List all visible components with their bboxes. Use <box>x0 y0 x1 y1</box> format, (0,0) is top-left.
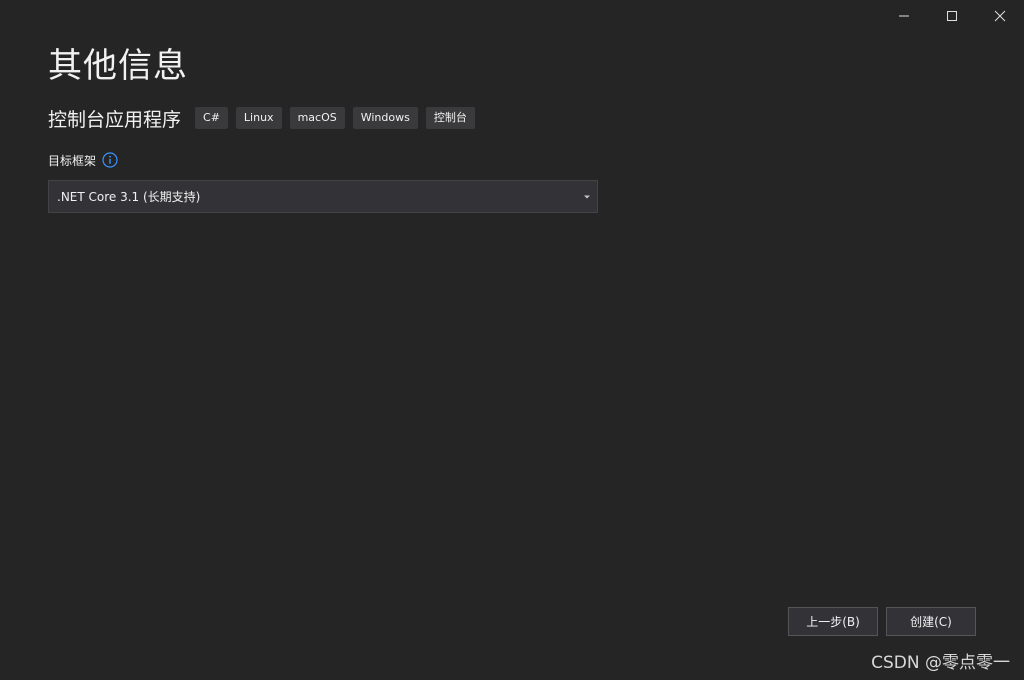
selected-framework: .NET Core 3.1 (长期支持) <box>57 190 201 204</box>
create-button[interactable]: 创建(C) <box>886 607 976 636</box>
page-title: 其他信息 <box>48 46 188 86</box>
tag-platform-macos: macOS <box>289 107 345 129</box>
dialog-window: 其他信息 控制台应用程序 C# Linux macOS Windows 控制台 … <box>0 0 1024 680</box>
close-button[interactable] <box>976 0 1024 32</box>
watermark: CSDN @零点零一 <box>871 653 1010 673</box>
chevron-down-icon <box>579 189 595 205</box>
tag-project-type: 控制台 <box>425 107 475 129</box>
framework-label-row: 目标框架 <box>48 150 118 170</box>
template-summary: 控制台应用程序 C# Linux macOS Windows 控制台 <box>48 105 483 131</box>
tag-platform-windows: Windows <box>352 107 418 129</box>
back-button[interactable]: 上一步(B) <box>788 607 878 636</box>
template-name: 控制台应用程序 <box>48 108 182 131</box>
maximize-icon <box>947 11 957 21</box>
tag-platform-linux: Linux <box>235 107 282 129</box>
target-framework-select[interactable]: .NET Core 3.1 (长期支持) <box>48 180 598 213</box>
framework-label: 目标框架 <box>48 153 97 168</box>
minimize-icon <box>899 15 909 17</box>
maximize-button[interactable] <box>928 0 976 32</box>
minimize-button[interactable] <box>880 0 928 32</box>
tag-language: C# <box>195 107 228 129</box>
close-icon <box>994 10 1006 22</box>
window-controls <box>880 0 1024 32</box>
info-icon[interactable] <box>102 152 118 168</box>
